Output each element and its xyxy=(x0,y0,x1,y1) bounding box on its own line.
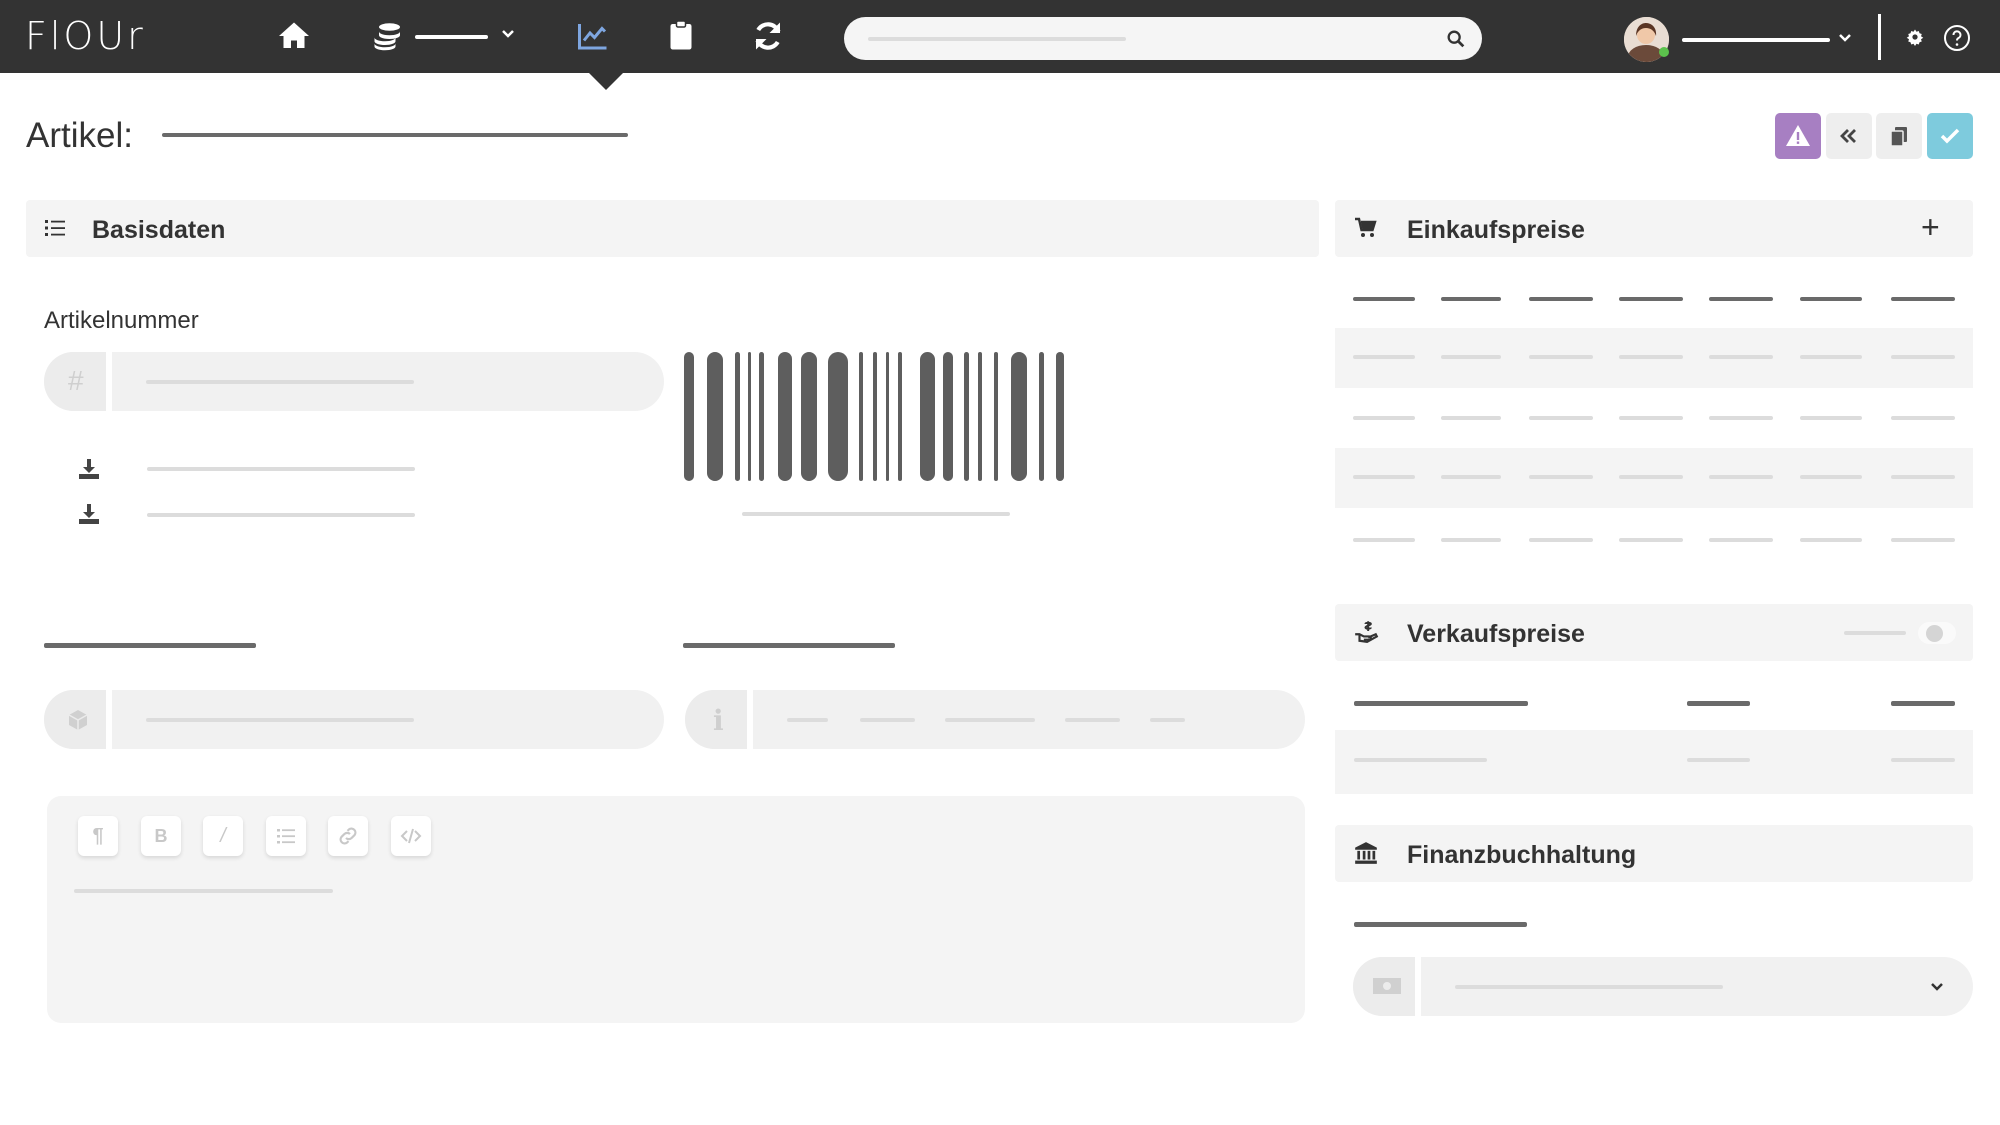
help-icon[interactable] xyxy=(1943,24,1971,52)
einkaufspreise-table xyxy=(1335,272,1973,572)
hand-money-icon xyxy=(1355,621,1379,643)
basisdaten-title: Basisdaten xyxy=(92,216,226,244)
info-input[interactable]: i xyxy=(685,690,1305,749)
money-bill-icon xyxy=(1372,975,1402,997)
account-select[interactable] xyxy=(1353,957,1973,1016)
finanzbuchhaltung-header: Finanzbuchhaltung xyxy=(1335,825,1973,882)
download-link-2[interactable] xyxy=(147,513,415,517)
top-navigation: FlOUr xyxy=(0,0,2000,73)
double-chevron-left-icon xyxy=(1840,129,1856,143)
bullet-list-button[interactable] xyxy=(266,816,306,856)
paragraph-button[interactable]: ¶ xyxy=(78,816,118,856)
barcode-caption xyxy=(742,512,1010,516)
editor-content xyxy=(74,889,333,893)
toggle-label xyxy=(1844,631,1906,635)
code-icon xyxy=(400,828,422,844)
add-price-button[interactable]: + xyxy=(1921,209,1940,246)
check-icon xyxy=(1940,128,1960,144)
search-placeholder xyxy=(868,37,1126,41)
copy-button[interactable] xyxy=(1876,113,1922,159)
chevron-down-icon[interactable] xyxy=(500,26,516,42)
back-button[interactable] xyxy=(1826,113,1872,159)
info-value-seg xyxy=(860,718,915,722)
hash-icon: # xyxy=(68,365,84,396)
save-button[interactable] xyxy=(1927,113,1973,159)
search-icon[interactable] xyxy=(1445,28,1467,50)
verkaufspreise-toggle[interactable] xyxy=(1918,622,1956,644)
list-icon xyxy=(277,829,295,844)
coins-dropdown-value[interactable] xyxy=(415,35,488,39)
chart-line-icon[interactable] xyxy=(575,18,611,54)
field-label xyxy=(1354,922,1527,927)
search-input[interactable] xyxy=(844,17,1482,60)
copy-icon xyxy=(1890,127,1907,147)
code-button[interactable] xyxy=(391,816,431,856)
cart-icon xyxy=(1355,217,1377,237)
verkaufspreise-header: Verkaufspreise xyxy=(1335,604,1973,661)
download-icon[interactable] xyxy=(77,457,101,481)
basisdaten-header: Basisdaten xyxy=(26,200,1319,257)
home-icon[interactable] xyxy=(276,18,312,54)
account-select-value xyxy=(1455,985,1723,989)
field-label-right xyxy=(683,643,895,648)
barcode-image xyxy=(684,352,1064,481)
sync-icon[interactable] xyxy=(750,18,786,54)
download-link-1[interactable] xyxy=(147,467,415,471)
app-logo[interactable]: FlOUr xyxy=(25,14,146,58)
user-menu-chevron-icon[interactable] xyxy=(1837,30,1853,46)
package-placeholder xyxy=(146,718,414,722)
einkaufspreise-header: Einkaufspreise + xyxy=(1335,200,1973,257)
user-name[interactable] xyxy=(1682,38,1830,42)
link-icon xyxy=(339,827,357,845)
box-icon xyxy=(66,708,90,732)
gear-icon[interactable] xyxy=(1906,28,1924,46)
coins-icon[interactable] xyxy=(370,18,406,54)
info-value-seg xyxy=(1065,718,1120,722)
table-row[interactable] xyxy=(1335,730,1973,794)
article-name-value xyxy=(162,133,628,137)
info-value-seg xyxy=(787,718,828,722)
artikelnummer-input[interactable]: # xyxy=(44,352,664,411)
warning-button[interactable] xyxy=(1775,113,1821,159)
page-title: Artikel: xyxy=(26,116,133,155)
verkaufspreise-title: Verkaufspreise xyxy=(1407,620,1585,648)
bank-icon xyxy=(1355,842,1377,864)
clipboard-icon[interactable] xyxy=(663,18,699,54)
link-button[interactable] xyxy=(328,816,368,856)
info-icon: i xyxy=(713,704,724,737)
download-icon[interactable] xyxy=(77,502,101,526)
artikelnummer-label: Artikelnummer xyxy=(44,307,199,334)
list-icon xyxy=(45,220,65,236)
italic-button[interactable]: / xyxy=(203,816,243,856)
nav-divider xyxy=(1878,14,1881,60)
toggle-knob xyxy=(1926,625,1943,642)
bold-button[interactable]: B xyxy=(141,816,181,856)
finanzbuchhaltung-title: Finanzbuchhaltung xyxy=(1407,841,1637,869)
info-value-seg xyxy=(1150,718,1185,722)
warning-icon xyxy=(1786,125,1810,146)
field-label-left xyxy=(44,643,256,648)
chevron-down-icon[interactable] xyxy=(1929,979,1945,995)
artikelnummer-placeholder xyxy=(146,380,414,384)
einkaufspreise-title: Einkaufspreise xyxy=(1407,216,1585,244)
online-status-dot xyxy=(1659,47,1669,57)
table-header-cell xyxy=(1891,701,1955,706)
info-value-seg xyxy=(945,718,1035,722)
table-header-cell xyxy=(1354,701,1528,706)
table-header-cell xyxy=(1687,701,1750,706)
active-nav-indicator xyxy=(589,73,623,90)
package-input[interactable] xyxy=(44,690,664,749)
